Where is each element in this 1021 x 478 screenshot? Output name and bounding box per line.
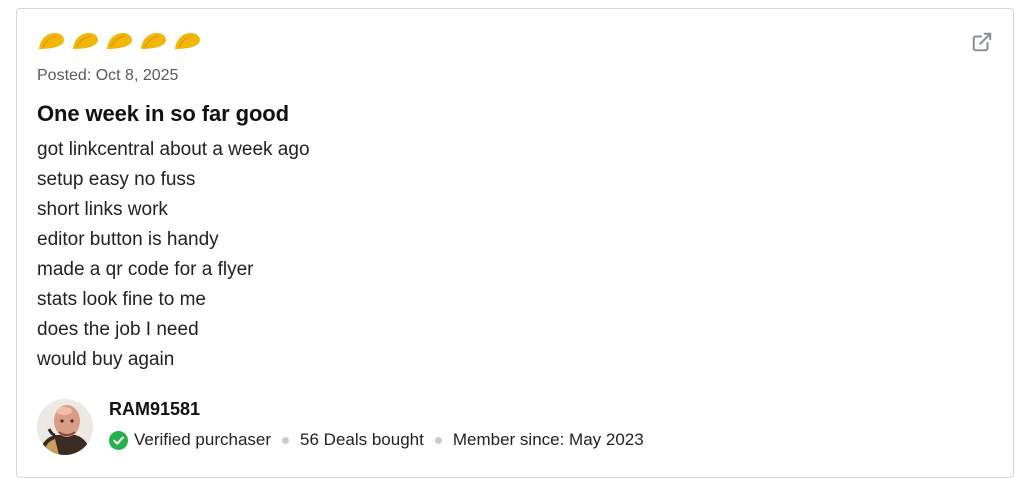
author-meta: Verified purchaser 56 Deals bought Membe… xyxy=(109,430,644,450)
taco-icon xyxy=(73,33,98,49)
author-username[interactable]: RAM91581 xyxy=(109,399,200,420)
review-line: made a qr code for a flyer xyxy=(37,259,254,280)
review-line: does the job I need xyxy=(37,319,199,340)
review-author: RAM91581 Verified purchaser 56 Deals bou… xyxy=(37,397,937,457)
separator-dot xyxy=(434,436,442,444)
review-body: got linkcentral about a week ago setup e… xyxy=(37,135,310,375)
verified-label: Verified purchaser xyxy=(134,430,272,449)
review-line: setup easy no fuss xyxy=(37,169,196,190)
review-line: would buy again xyxy=(37,349,175,370)
review-title: One week in so far good xyxy=(37,101,289,126)
taco-icon xyxy=(39,33,64,49)
taco-icon xyxy=(141,33,166,49)
avatar[interactable] xyxy=(37,399,93,455)
avatar-image xyxy=(37,399,93,455)
review-line: editor button is handy xyxy=(37,229,219,250)
check-circle-icon xyxy=(109,430,128,450)
posted-date: Posted: Oct 8, 2025 xyxy=(37,67,179,84)
taco-icon xyxy=(107,33,132,49)
separator-dot xyxy=(282,436,290,444)
review-line: short links work xyxy=(37,199,168,220)
review-card: Posted: Oct 8, 2025 One week in so far g… xyxy=(16,8,1014,478)
taco-icon xyxy=(175,33,200,49)
external-link-icon[interactable] xyxy=(971,31,993,53)
review-line: stats look fine to me xyxy=(37,289,206,310)
review-line: got linkcentral about a week ago xyxy=(37,139,310,160)
deals-bought: 56 Deals bought xyxy=(300,430,424,449)
star-rating xyxy=(37,31,202,51)
member-since: Member since: May 2023 xyxy=(452,430,644,449)
